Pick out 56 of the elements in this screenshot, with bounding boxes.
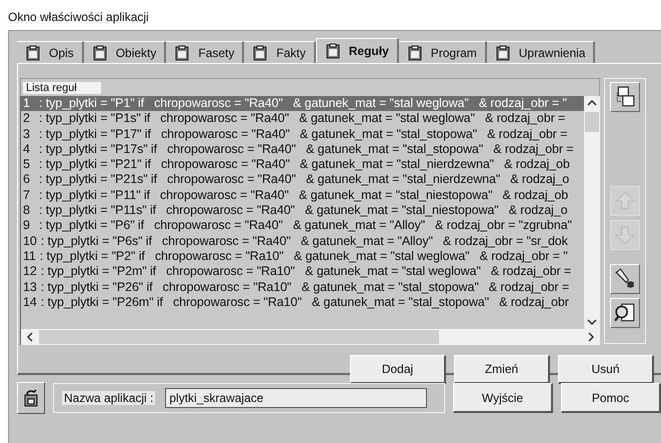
down-arrow-icon xyxy=(614,224,636,246)
rule-row[interactable]: 5 : typ_plytki = "P21" if chropowarosc = "Ra40" & gatunek_mat = "stal_nierdzewna" & rodzaj_ob xyxy=(21,157,584,172)
scroll-thumb[interactable] xyxy=(585,112,599,132)
rules-list[interactable] xyxy=(21,96,584,329)
rule-row[interactable]: 10 : typ_plytki = "P6s" if chropowarosc = "Ra40" & gatunek_mat = "Alloy" & rodzaj_obr = "sr_dok xyxy=(21,234,584,249)
tab[interactable]: Fakty xyxy=(244,41,316,63)
preview-button[interactable] xyxy=(610,298,640,328)
scroll-left-icon[interactable] xyxy=(27,332,33,342)
rule-row[interactable]: 3 : typ_plytki = "P17" if chropowarosc = "Ra40" & gatunek_mat = "stal_stopowa" & rodzaj_obr = xyxy=(21,126,584,142)
name-label: Nazwa aplikacji : xyxy=(62,391,156,405)
scroll-up-icon[interactable] xyxy=(587,100,597,106)
tab[interactable]: Fasety xyxy=(166,41,244,63)
action-button[interactable]: Zmień xyxy=(454,355,550,384)
clipboard-icon xyxy=(25,44,41,60)
up-arrow-icon xyxy=(614,190,636,212)
clipboard-icon xyxy=(92,44,108,60)
rule-row[interactable]: 1 : typ_plytki = "P1" if chropowarosc = "Ra40" & gatunek_mat = "stal weglowa" & rodzaj_obr = " xyxy=(21,96,584,112)
copy-icon xyxy=(614,86,636,108)
rule-row[interactable]: 4 : typ_plytki = "P17s" if chropowarosc = "Ra40" & gatunek_mat = "stal_stopowa" & rodzaj_obr = xyxy=(21,142,584,158)
horizontal-scrollbar[interactable] xyxy=(20,329,600,345)
rule-row[interactable]: 8 : typ_plytki = "P11s" if chropowarosc = "Ra40" & gatunek_mat = "stal_niestopowa" & rodzaj_o xyxy=(21,203,584,218)
list-header: Lista reguł xyxy=(20,78,600,96)
action-button[interactable]: Usuń xyxy=(558,355,654,384)
clipboard-icon xyxy=(494,44,511,60)
tab[interactable]: Opis xyxy=(17,41,84,63)
save-icon xyxy=(23,389,39,407)
clipboard-icon xyxy=(252,44,268,60)
tab[interactable]: Program xyxy=(398,41,487,63)
rule-row[interactable]: 7 : typ_plytki = "P11" if chropowarosc = "Ra40" & gatunek_mat = "stal_niestopowa" & rodzaj_ob xyxy=(21,188,584,204)
scroll-down-icon[interactable] xyxy=(587,319,597,325)
copy-button[interactable] xyxy=(610,82,640,112)
flashlight-icon xyxy=(614,268,636,290)
vertical-scrollbar[interactable] xyxy=(584,96,600,329)
clipboard-icon xyxy=(324,43,341,59)
name-field[interactable]: plytki_skrawajace xyxy=(165,388,428,408)
flashlight-button[interactable] xyxy=(610,264,640,294)
rule-row[interactable]: 14 : typ_plytki = "P26m" if chropowarosc = "Ra10" & gatunek_mat = "stal_stopowa" & rodzaj_obr xyxy=(21,294,584,310)
magnifier-document-icon xyxy=(614,302,636,324)
rule-row[interactable]: 2 : typ_plytki = "P1s" if chropowarosc = "Ra40" & gatunek_mat = "stal weglowa" & rodzaj_obr = xyxy=(21,111,584,127)
scroll-thumb[interactable] xyxy=(39,330,439,344)
tab[interactable]: Reguły xyxy=(316,38,399,63)
rule-row[interactable]: 9 : typ_plytki = "P6" if chropowarosc = "Ra40" & gatunek_mat = "Alloy" & rodzaj_obr = "zgrubna" xyxy=(21,218,584,234)
rule-row[interactable]: 6 : typ_plytki = "P21s" if chropowarosc = "Ra40" & gatunek_mat = "stal_nierdzewna" & rodzaj_o xyxy=(21,172,584,188)
action-button[interactable]: Dodaj xyxy=(350,355,446,384)
tab[interactable]: Uprawnienia xyxy=(486,41,596,63)
clipboard-icon xyxy=(406,44,423,60)
rule-row[interactable]: 12 : typ_plytki = "P2m" if chropowarosc = "Ra10" & gatunek_mat = "stal weglowa" & rodzaj_obr = xyxy=(21,264,584,280)
rule-row[interactable]: 13 : typ_plytki = "P26" if chropowarosc = "Ra10" & gatunek_mat = "stal_stopowa" & rodzaj_obr = xyxy=(21,280,584,295)
clipboard-icon xyxy=(174,44,190,60)
window-title: Okno właściwości aplikacji xyxy=(7,9,150,26)
scroll-right-icon[interactable] xyxy=(588,332,594,342)
rule-row[interactable]: 11 : typ_plytki = "P2" if chropowarosc = "Ra10" & gatunek_mat = "stal weglowa" & rodzaj_obr = " xyxy=(21,248,584,264)
footer-button[interactable]: Wyjście xyxy=(453,383,553,413)
tab[interactable]: Obiekty xyxy=(84,41,166,63)
footer-button[interactable]: Pomoc xyxy=(561,383,661,413)
save-button[interactable] xyxy=(17,382,45,414)
